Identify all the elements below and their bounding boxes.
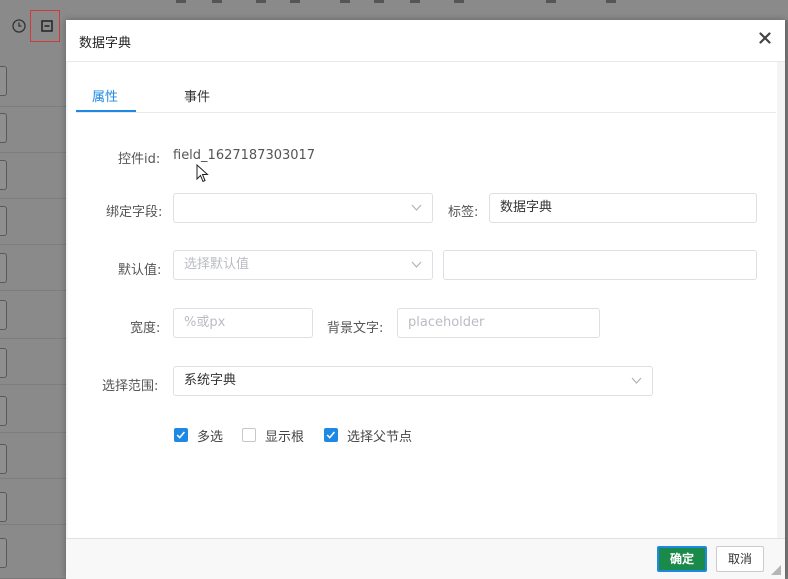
field-row[interactable] — [0, 492, 7, 522]
width-placeholder: %或px — [184, 315, 226, 330]
toolbar-icon — [340, 0, 350, 3]
cancel-button[interactable]: 取消 — [716, 546, 764, 572]
select-parent-checkbox[interactable] — [324, 428, 338, 442]
chevron-down-icon — [631, 377, 642, 384]
tab-bar: 属性 事件 — [76, 82, 776, 113]
show-root-label: 显示根 — [265, 430, 305, 445]
field-row[interactable] — [0, 253, 7, 283]
control-id-value: field_1627187303017 — [173, 148, 316, 163]
divider — [0, 290, 66, 291]
dialog-body: 属性 事件 控件id: field_1627187303017 绑定字段: 标签… — [66, 62, 785, 538]
divider — [0, 478, 66, 479]
field-row[interactable] — [0, 444, 7, 474]
confirm-button[interactable]: 确定 — [657, 546, 707, 572]
field-row[interactable] — [0, 160, 7, 190]
toolbar-icon — [256, 0, 266, 3]
mouse-cursor-icon — [196, 164, 209, 183]
chevron-down-icon — [411, 204, 422, 211]
default-value-label: 默认值: — [118, 263, 162, 278]
form-icon[interactable] — [40, 19, 54, 33]
tab-properties[interactable]: 属性 — [92, 86, 118, 105]
toolbar-icon — [410, 0, 420, 3]
background-toolbar — [0, 0, 788, 20]
check-icon — [326, 431, 336, 439]
divider — [0, 198, 66, 199]
tag-label: 标签: — [448, 205, 479, 220]
field-row[interactable] — [0, 113, 7, 143]
tag-input[interactable]: 数据字典 — [489, 193, 757, 223]
field-row[interactable] — [0, 66, 7, 96]
range-label: 选择范围: — [102, 379, 159, 394]
multi-select-label: 多选 — [197, 430, 224, 445]
bind-field-label: 绑定字段: — [106, 205, 163, 220]
divider — [0, 384, 66, 385]
chevron-down-icon — [411, 261, 422, 268]
divider — [0, 432, 66, 433]
dialog-footer: 确定 取消 — [66, 538, 785, 579]
field-row[interactable] — [0, 206, 7, 236]
toolbar-icon — [374, 0, 384, 3]
default-value-select[interactable]: 选择默认值 — [173, 250, 433, 280]
control-id-label: 控件id: — [118, 152, 161, 167]
width-input[interactable]: %或px — [173, 308, 313, 338]
show-root-checkbox[interactable] — [242, 428, 256, 442]
placeholder-text-input[interactable]: placeholder — [397, 308, 600, 338]
dialog-title: 数据字典 — [79, 36, 132, 51]
multi-select-checkbox[interactable] — [174, 428, 188, 442]
resize-grip-icon[interactable] — [771, 565, 781, 575]
field-row[interactable] — [0, 396, 7, 426]
dialog-header: 数据字典 — [66, 20, 785, 62]
field-row[interactable] — [0, 348, 7, 378]
field-row[interactable] — [0, 300, 7, 330]
check-icon — [176, 431, 186, 439]
tab-events[interactable]: 事件 — [184, 86, 210, 105]
divider — [0, 106, 66, 107]
field-row[interactable] — [0, 538, 7, 568]
close-icon[interactable] — [757, 30, 773, 46]
bind-field-select[interactable] — [173, 193, 433, 223]
toolbar-icon — [606, 0, 616, 3]
properties-panel: 属性 事件 控件id: field_1627187303017 绑定字段: 标签… — [68, 62, 777, 538]
divider — [0, 524, 66, 525]
range-select[interactable]: 系统字典 — [173, 366, 653, 396]
toolbar-icon — [454, 0, 464, 3]
range-value: 系统字典 — [184, 373, 237, 388]
divider — [0, 338, 66, 339]
placeholder-text-placeholder: placeholder — [408, 315, 485, 330]
toolbar-icon — [212, 0, 222, 3]
background-field-list — [0, 0, 66, 578]
data-dictionary-dialog: 数据字典 属性 事件 控件id: field_1627187303017 绑定字… — [66, 20, 785, 579]
placeholder-text-label: 背景文字: — [327, 321, 384, 336]
divider — [0, 152, 66, 153]
default-value-input[interactable] — [443, 250, 757, 280]
toolbar-icon — [546, 0, 556, 3]
active-tab-indicator — [76, 110, 136, 112]
divider — [0, 244, 66, 245]
toolbar-icon — [290, 0, 300, 3]
clock-icon[interactable] — [12, 19, 26, 33]
width-label: 宽度: — [130, 321, 161, 336]
select-parent-label: 选择父节点 — [347, 430, 413, 445]
toolbar-icon — [176, 0, 186, 3]
default-value-placeholder: 选择默认值 — [184, 257, 250, 272]
tag-value: 数据字典 — [500, 200, 553, 215]
